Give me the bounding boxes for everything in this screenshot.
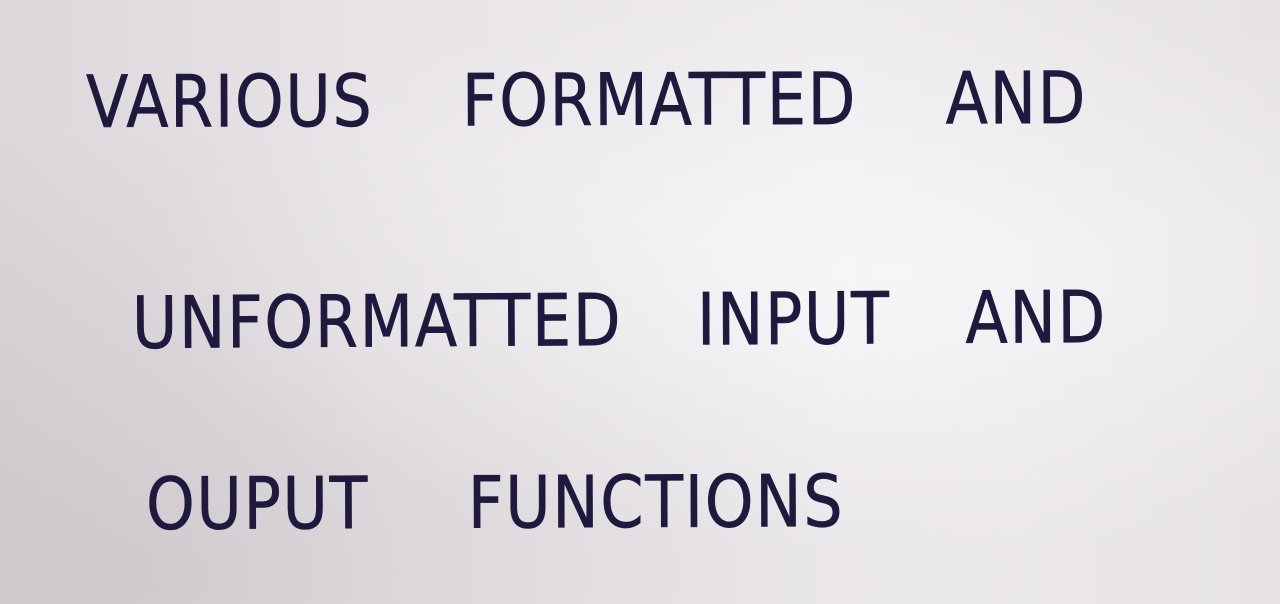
handwritten-line-3: OUPUT FUNCTIONS: [145, 459, 845, 546]
handwritten-line-1: VARIOUS FORMATTED AND: [85, 55, 1088, 145]
handwritten-line-2: UNFORMATTED INPUT AND: [131, 275, 1108, 365]
paper-sheet: VARIOUS FORMATTED AND UNFORMATTED INPUT …: [0, 0, 1280, 604]
